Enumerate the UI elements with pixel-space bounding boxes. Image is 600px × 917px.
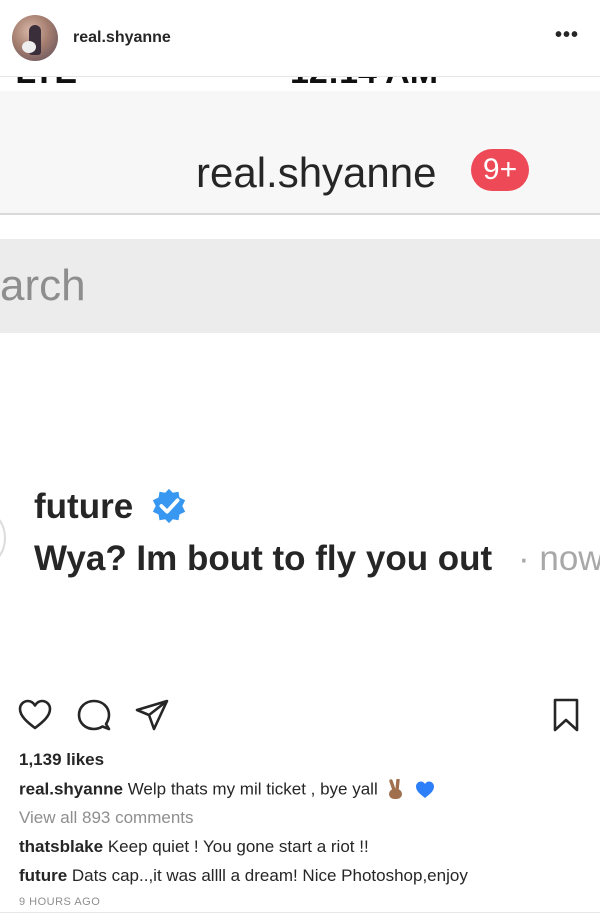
blue-heart-icon	[416, 781, 435, 798]
comment-icon[interactable]	[76, 697, 112, 733]
dm-header: real.shyanne 9+	[0, 91, 600, 215]
share-icon[interactable]	[134, 697, 170, 733]
dm-time: · now	[518, 539, 600, 578]
caption: real.shyanne Welp thats my mil ticket , …	[19, 779, 435, 801]
dm-header-username: real.shyanne	[196, 149, 437, 196]
search-bar: arch	[0, 239, 600, 333]
status-carrier: • LTE	[0, 77, 77, 91]
victory-hand-icon	[389, 779, 403, 799]
view-all-comments[interactable]: View all 893 comments	[19, 808, 194, 828]
status-bar: • LTE 12:14 AM	[0, 77, 600, 91]
heart-icon[interactable]	[17, 697, 53, 733]
divider	[0, 912, 600, 913]
post-username[interactable]: real.shyanne	[73, 29, 171, 47]
comment-item: future Dats cap..,it was allll a dream! …	[19, 866, 468, 886]
post-image: • LTE 12:14 AM real.shyanne 9+ arch futu…	[0, 77, 600, 687]
search-placeholder: arch	[0, 261, 86, 310]
bookmark-icon[interactable]	[548, 697, 584, 733]
verified-icon	[152, 488, 186, 524]
comment-username[interactable]: thatsblake	[19, 837, 103, 856]
status-time: 12:14 AM	[290, 77, 438, 91]
caption-username[interactable]: real.shyanne	[19, 779, 123, 798]
notification-badge: 9+	[471, 149, 529, 191]
more-options-icon[interactable]: •••	[555, 24, 579, 47]
caption-text: Welp thats my mil ticket , bye yall	[127, 779, 378, 799]
dm-sender: future	[34, 487, 134, 526]
comment-text: Dats cap..,it was allll a dream! Nice Ph…	[71, 866, 468, 885]
post-timestamp: 9 HOURS AGO	[19, 896, 101, 908]
dm-message: Wya? Im bout to fly you out	[34, 539, 493, 578]
avatar-dog	[22, 41, 36, 53]
dm-avatar	[0, 505, 6, 571]
avatar[interactable]	[12, 15, 58, 61]
likes-count[interactable]: 1,139 likes	[19, 750, 104, 770]
post-header: real.shyanne •••	[0, 0, 600, 77]
comment-username[interactable]: future	[19, 866, 67, 885]
comment-item: thatsblake Keep quiet ! You gone start a…	[19, 837, 369, 857]
comment-text: Keep quiet ! You gone start a riot !!	[107, 837, 369, 856]
action-bar	[0, 697, 600, 737]
